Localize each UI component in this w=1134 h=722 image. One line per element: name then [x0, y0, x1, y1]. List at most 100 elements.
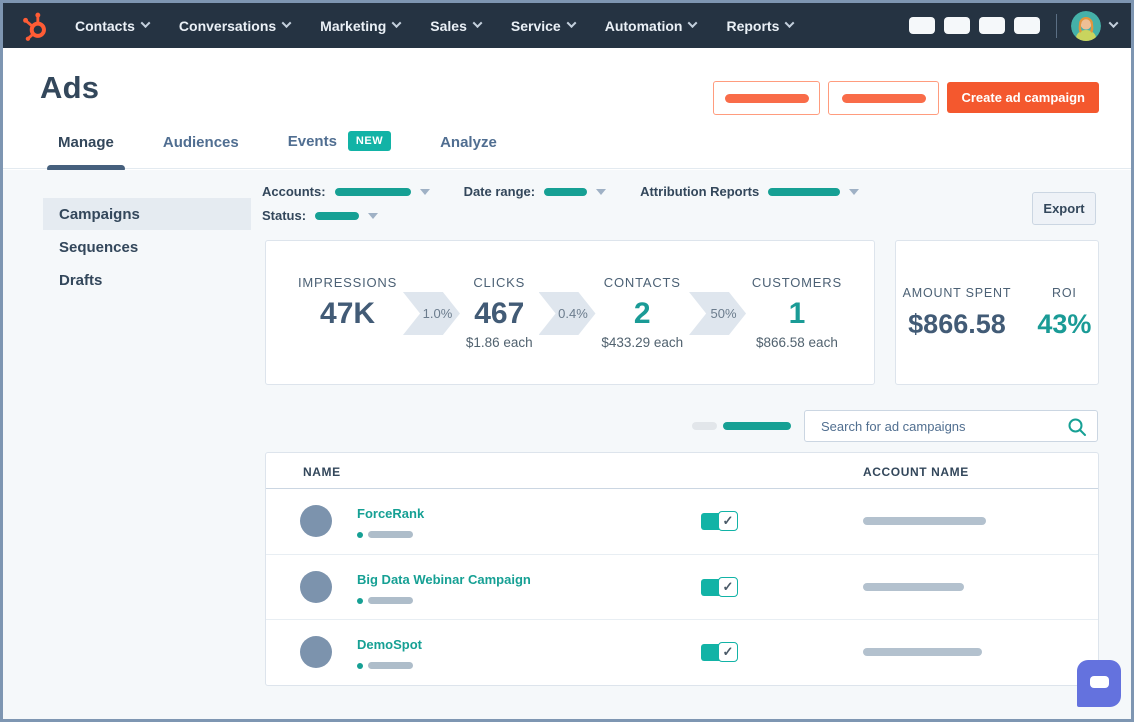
stage-value: 467	[474, 297, 524, 330]
nav-item-label: Automation	[605, 18, 683, 34]
table-controls-row	[692, 410, 1098, 442]
control-placeholder-teal	[723, 422, 791, 430]
conversion-arrow: 0.4%	[539, 292, 596, 335]
campaign-subline	[357, 662, 422, 669]
stage-cost-each: $433.29 each	[601, 335, 683, 351]
sidebar-item-sequences[interactable]: Sequences	[3, 231, 251, 263]
campaign-link-big-data-webinar[interactable]: Big Data Webinar Campaign	[357, 572, 531, 587]
sidebar-item-campaigns[interactable]: Campaigns	[43, 198, 251, 230]
hubspot-logo-icon[interactable]	[15, 6, 55, 46]
status-dot-icon	[357, 532, 363, 538]
nav-item-reports[interactable]: Reports	[726, 18, 793, 34]
account-name-placeholder	[863, 583, 964, 591]
tab-label: Analyze	[440, 134, 497, 151]
stage-label: CONTACTS	[604, 275, 681, 290]
date-range-filter-value-placeholder	[544, 188, 587, 196]
chevron-down-icon	[140, 18, 150, 28]
nav-item-contacts[interactable]: Contacts	[75, 18, 149, 34]
new-badge: NEW	[348, 131, 391, 151]
control-placeholder-gray	[692, 422, 717, 430]
nav-item-service[interactable]: Service	[511, 18, 575, 34]
nav-toolbar-icon-placeholder[interactable]	[1014, 17, 1040, 34]
filters-row-2: Status:	[262, 208, 859, 223]
roi-label: ROI	[1052, 286, 1077, 300]
tab-analyze[interactable]: Analyze	[429, 134, 508, 168]
account-name-placeholder	[863, 648, 982, 656]
nav-toolbar-icon-placeholder[interactable]	[944, 17, 970, 34]
campaign-subline	[357, 597, 531, 604]
nav-item-label: Conversations	[179, 18, 276, 34]
stage-cost-each: $866.58 each	[756, 335, 838, 351]
avatar-image	[1071, 11, 1101, 41]
amount-spent-metric: AMOUNT SPENT $866.58	[903, 286, 1012, 340]
funnel-stage-customers: CUSTOMERS 1 $866.58 each	[752, 275, 842, 351]
chevron-down-icon	[368, 213, 378, 219]
tab-events[interactable]: Events NEW	[277, 131, 402, 168]
page-header: Ads Create ad campaign Manage Audiences …	[3, 48, 1131, 169]
chevron-down-icon	[392, 18, 402, 28]
account-name-placeholder	[863, 517, 986, 525]
nav-item-marketing[interactable]: Marketing	[320, 18, 400, 34]
attribution-reports-filter[interactable]: Attribution Reports	[640, 184, 859, 199]
campaign-avatar	[300, 636, 332, 668]
status-text-placeholder	[368, 531, 413, 538]
column-header-name[interactable]: NAME	[303, 465, 341, 479]
spend-roi-card: AMOUNT SPENT $866.58 ROI 43%	[895, 240, 1099, 385]
status-filter[interactable]: Status:	[262, 208, 378, 223]
status-dot-icon	[357, 598, 363, 604]
column-header-account-name[interactable]: ACCOUNT NAME	[863, 465, 969, 479]
sidebar-item-drafts[interactable]: Drafts	[3, 264, 251, 296]
sprocket-icon	[18, 9, 52, 43]
app-window: Contacts Conversations Marketing Sales S…	[0, 0, 1134, 722]
chat-widget-button[interactable]	[1077, 660, 1121, 707]
search-icon[interactable]	[1067, 417, 1087, 442]
topbar-divider	[1056, 14, 1057, 38]
accounts-filter-label: Accounts:	[262, 184, 326, 199]
date-range-filter-label: Date range:	[464, 184, 536, 199]
export-button[interactable]: Export	[1032, 192, 1096, 225]
campaign-link-demospot[interactable]: DemoSpot	[357, 637, 422, 652]
nav-item-automation[interactable]: Automation	[605, 18, 697, 34]
nav-item-sales[interactable]: Sales	[430, 18, 481, 34]
header-secondary-button-placeholder-2[interactable]	[828, 81, 939, 115]
toggle-check-icon: ✓	[718, 577, 738, 597]
stage-label: CLICKS	[473, 275, 525, 290]
topbar-right-section	[900, 11, 1117, 41]
header-secondary-button-placeholder-1[interactable]	[713, 81, 820, 115]
nav-toolbar-icon-placeholder[interactable]	[909, 17, 935, 34]
user-avatar[interactable]	[1071, 11, 1101, 41]
sidebar: Campaigns Sequences Drafts	[3, 198, 251, 296]
chevron-down-icon	[472, 18, 482, 28]
search-input[interactable]	[805, 411, 1097, 441]
campaign-toggle[interactable]: ✓	[701, 577, 738, 598]
nav-toolbar-icon-placeholder[interactable]	[979, 17, 1005, 34]
tab-audiences[interactable]: Audiences	[152, 134, 250, 168]
table-header-row: NAME ACCOUNT NAME	[266, 453, 1098, 489]
create-ad-campaign-button[interactable]: Create ad campaign	[947, 82, 1099, 113]
nav-item-conversations[interactable]: Conversations	[179, 18, 290, 34]
table-row: ForceRank ✓	[266, 489, 1098, 554]
tab-label: Audiences	[163, 134, 239, 151]
campaign-link-forcerank[interactable]: ForceRank	[357, 506, 424, 521]
tab-label: Events	[288, 133, 337, 150]
chevron-down-icon	[785, 18, 795, 28]
amount-spent-value: $866.58	[908, 309, 1006, 340]
amount-spent-label: AMOUNT SPENT	[903, 286, 1012, 300]
campaign-toggle[interactable]: ✓	[701, 642, 738, 663]
primary-nav-menu: Contacts Conversations Marketing Sales S…	[75, 18, 793, 34]
accounts-filter-value-placeholder	[335, 188, 411, 196]
metrics-cards-row: IMPRESSIONS 47K 1.0% CLICKS 467 $1.86 ea…	[265, 240, 1099, 385]
campaign-toggle[interactable]: ✓	[701, 511, 738, 532]
nav-item-label: Reports	[726, 18, 779, 34]
account-chevron-down-icon[interactable]	[1109, 18, 1119, 28]
stage-value: 2	[634, 297, 651, 330]
tab-manage[interactable]: Manage	[47, 134, 125, 168]
campaign-name-block: DemoSpot	[357, 636, 422, 669]
conversion-rate: 1.0%	[423, 306, 453, 321]
content-area: Campaigns Sequences Drafts Accounts: Dat…	[3, 170, 1131, 719]
chevron-down-icon	[596, 189, 606, 195]
accounts-filter[interactable]: Accounts:	[262, 184, 430, 199]
table-row: Big Data Webinar Campaign ✓	[266, 554, 1098, 619]
date-range-filter[interactable]: Date range:	[464, 184, 607, 199]
nav-item-label: Contacts	[75, 18, 135, 34]
